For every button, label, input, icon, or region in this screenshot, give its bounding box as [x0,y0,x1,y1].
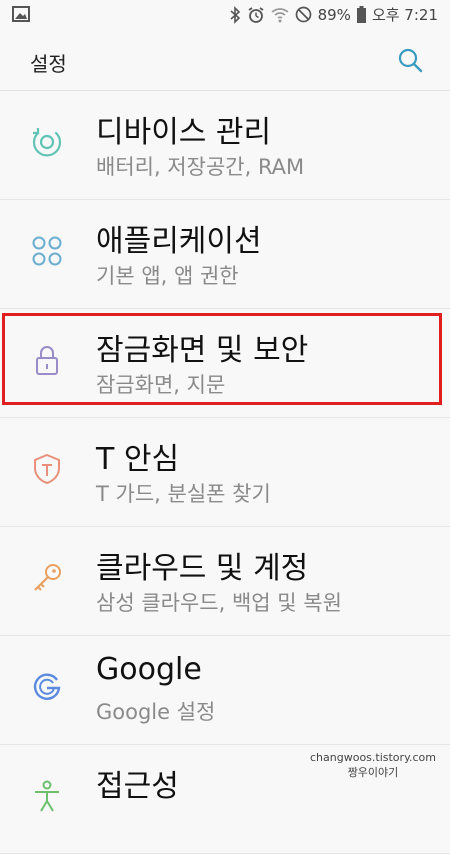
apps-grid-icon [30,234,64,268]
settings-item-t-safe[interactable]: T 안심 T 가드, 분실폰 찾기 [0,418,450,527]
search-icon [398,48,423,73]
watermark: changwoos.tistory.com 짱우이야기 [310,750,436,780]
watermark-blog-name: 짱우이야기 [347,766,399,779]
item-title: Google [96,652,202,687]
item-subtitle: 기본 앱, 앱 권한 [96,264,239,288]
settings-item-google[interactable]: Google Google 설정 [0,636,450,745]
key-icon [30,561,64,595]
item-subtitle: 삼성 클라우드, 백업 및 복원 [96,591,342,615]
shield-icon [30,452,64,486]
page-title: 설정 [30,52,67,76]
item-title: T 안심 [96,442,180,477]
google-icon [30,670,64,704]
app-bar: 설정 [0,32,450,91]
item-subtitle: 배터리, 저장공간, RAM [96,155,305,179]
item-title: 잠금화면 및 보안 [96,333,309,368]
item-title: 디바이스 관리 [96,115,272,150]
item-title: 접근성 [96,769,179,804]
settings-item-lock-screen-security[interactable]: 잠금화면 및 보안 잠금화면, 지문 [0,309,450,418]
watermark-url: changwoos.tistory.com [310,751,436,764]
search-button[interactable] [396,46,424,74]
gallery-notification-icon [12,6,30,26]
status-bar: 89% 오후 7:21 [0,0,450,32]
device-care-icon [30,125,64,159]
settings-item-cloud-accounts[interactable]: 클라우드 및 계정 삼성 클라우드, 백업 및 복원 [0,527,450,636]
item-title: 클라우드 및 계정 [96,551,309,586]
item-title: 애플리케이션 [96,224,262,259]
battery-percent: 89% [317,5,351,24]
bluetooth-icon [229,5,241,24]
wifi-icon [271,7,289,23]
item-subtitle: 잠금화면, 지문 [96,373,226,397]
accessibility-icon [30,779,64,813]
do-not-disturb-icon [295,6,312,23]
lock-icon [30,343,64,377]
clock: 오후 7:21 [371,6,438,24]
item-subtitle: Google 설정 [96,700,216,724]
settings-item-applications[interactable]: 애플리케이션 기본 앱, 앱 권한 [0,200,450,309]
battery-icon [356,6,366,23]
settings-item-device-care[interactable]: 디바이스 관리 배터리, 저장공간, RAM [0,91,450,200]
alarm-icon [247,6,265,24]
item-subtitle: T 가드, 분실폰 찾기 [96,482,271,506]
settings-list: 디바이스 관리 배터리, 저장공간, RAM 애플리케이션 기본 앱, 앱 권한… [0,91,450,854]
